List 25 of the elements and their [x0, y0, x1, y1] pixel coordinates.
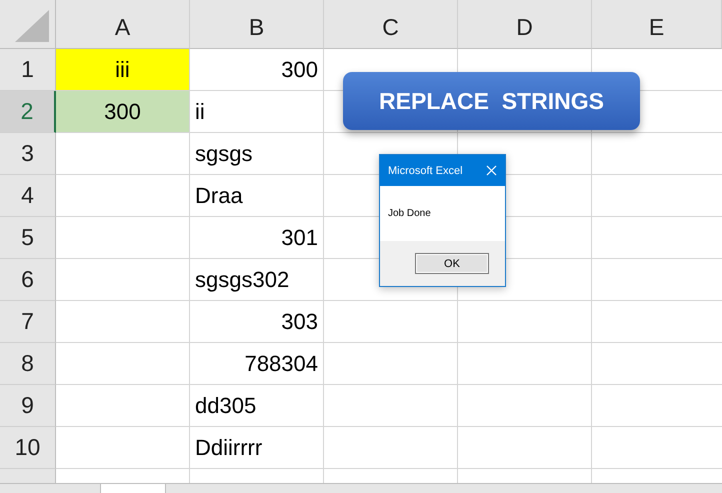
table-cell: 301 [190, 217, 324, 259]
column-header[interactable]: D [458, 0, 592, 49]
sheet-tab[interactable] [100, 484, 166, 493]
table-cell: Draa [190, 175, 324, 217]
table-cell: sgsgs302 [190, 259, 324, 301]
table-cell: 788304 [190, 343, 324, 385]
table-cell: ii [190, 91, 324, 133]
ok-button[interactable]: OK [415, 253, 489, 274]
select-all-button[interactable] [0, 0, 56, 49]
column-header[interactable]: B [190, 0, 324, 49]
column-header[interactable]: E [592, 0, 722, 49]
table-cell: 303 [190, 301, 324, 343]
column-header[interactable]: A [56, 0, 190, 49]
dialog-message: Job Done [388, 208, 431, 219]
table-cell: sgsgs [190, 133, 324, 175]
macro-button[interactable]: REPLACE STRINGS [343, 72, 640, 130]
table-cell: iii [56, 49, 190, 91]
column-header[interactable]: C [324, 0, 458, 49]
dialog-title: Microsoft Excel [388, 164, 463, 176]
table-cell: Ddiirrrr [190, 427, 324, 469]
table-cell: dd305 [190, 385, 324, 427]
row-header[interactable]: 2 [0, 91, 56, 133]
close-icon[interactable] [486, 165, 497, 176]
table-cell: 300 [56, 91, 190, 133]
table-cell: 300 [190, 49, 324, 91]
